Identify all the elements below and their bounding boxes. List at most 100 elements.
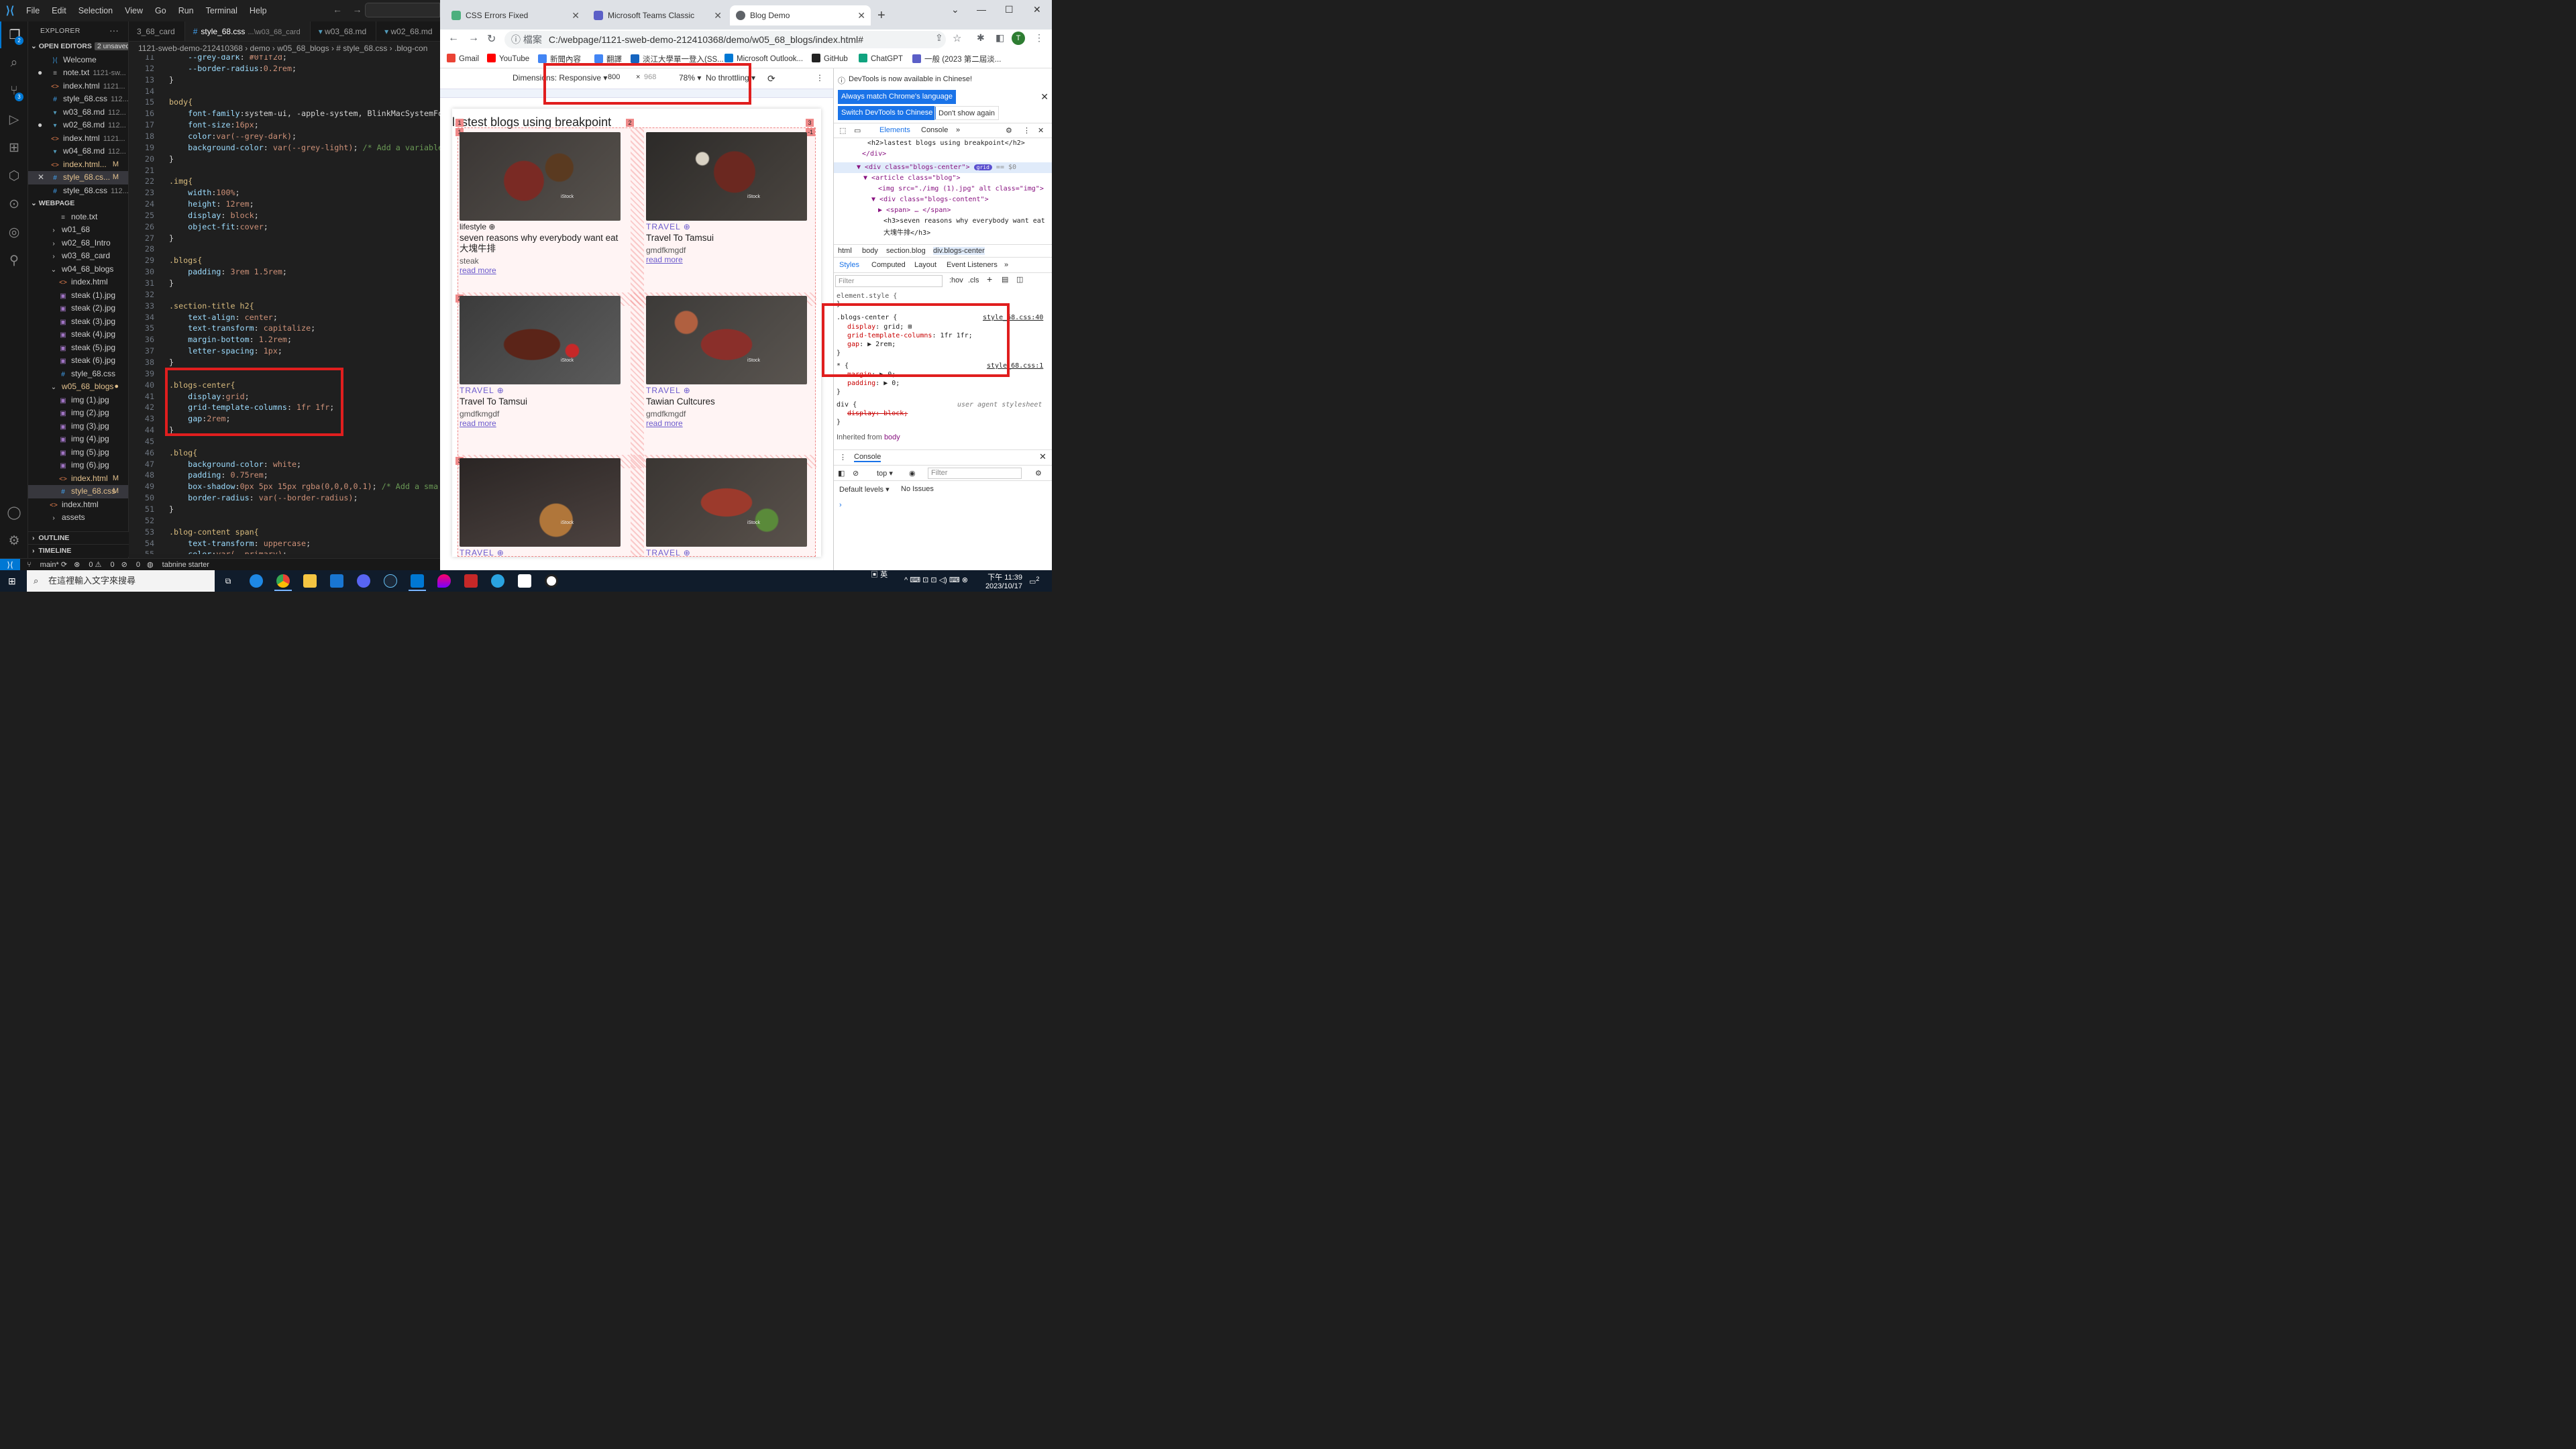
media-query-ruler[interactable] [440,89,833,98]
menu-go[interactable]: Go [149,0,172,21]
docker-icon[interactable]: ◎ [0,219,28,246]
browser-tab-css-errors[interactable]: CSS Errors Fixed ✕ [445,5,585,25]
code-line[interactable]: 30 padding: 3rem 1.5rem; [129,266,440,278]
browser-tab-teams[interactable]: Microsoft Teams Classic ✕ [588,5,727,25]
file-item[interactable]: ▣ steak (4).jpg [28,328,128,341]
editor-tab[interactable]: ▾ w02_68.md [376,21,440,41]
file-item[interactable]: ≡ note.txt [28,211,128,224]
file-item[interactable]: <> index.html M [28,472,128,486]
code-line[interactable]: 14 [129,86,440,97]
file-item[interactable]: ▣ img (4).jpg [28,433,128,446]
chrome-icon[interactable] [276,574,290,588]
open-editors-header[interactable]: ⌄ OPEN EDITORS 2 unsaved [28,40,128,54]
browser-tab-blog-demo[interactable]: Blog Demo ✕ [730,5,871,25]
folder-item[interactable]: › w03_68_card [28,250,128,263]
drawer-menu-icon[interactable]: ⋮ [839,453,847,462]
tab-styles[interactable]: Styles [839,261,859,269]
editor-breadcrumb[interactable]: 1121-sweb-demo-212410368 › demo › w05_68… [129,42,440,55]
explorer-icon[interactable]: ❐ 2 [0,21,28,48]
code-line[interactable]: 26 object-fit:cover; [129,221,440,233]
new-tab-icon[interactable]: + [877,8,885,23]
code-line[interactable]: 29 .blogs{ [129,255,440,266]
code-line[interactable]: 11 --grey-dark: #0f1f2d; [129,55,440,63]
source-control-icon[interactable]: ⑂ 3 [0,78,28,105]
prop-name[interactable]: display [847,323,875,331]
console-settings-icon[interactable]: ⚙ [1035,469,1042,478]
vscode-icon[interactable] [411,574,424,588]
code-editor[interactable]: 11 --grey-dark: #0f1f2d; 12 --border-radi… [129,55,440,554]
prop-value[interactable]: ▶ 2rem; [867,341,896,348]
dom-line[interactable]: 大塊牛排</h3> [883,229,930,236]
bookmark-item[interactable]: 翻譯 [594,54,622,64]
clear-console-icon[interactable]: ⊘ [853,469,859,478]
file-item[interactable]: ▣ img (1).jpg [28,394,128,407]
code-line[interactable]: 36 margin-bottom: 1.2rem; [129,334,440,345]
file-item[interactable]: <> index.html [28,498,128,512]
devtools-menu-icon[interactable]: ⋮ [1023,126,1030,135]
edge-icon[interactable] [250,574,263,588]
close-tab-icon[interactable]: ✕ [857,5,865,25]
live-expression-icon[interactable]: ◉ [909,469,916,478]
devtools-settings-icon[interactable]: ⚙ [1006,126,1012,135]
width-input[interactable]: 800 [608,73,620,81]
file-item[interactable]: ▣ steak (5).jpg [28,341,128,355]
python-icon[interactable]: ⚲ [0,247,28,274]
more-tabs-icon[interactable]: » [956,126,960,134]
clock[interactable]: 下午 11:39 2023/10/17 [985,572,1022,590]
prop-value[interactable]: grid; [883,323,904,331]
device-toggle-icon[interactable]: ▭ [854,126,861,135]
problems-status[interactable]: ⊗ 0 ⚠ 0 [74,560,115,569]
file-item[interactable]: <> index.html [28,276,128,289]
code-line[interactable]: 38} [129,357,440,368]
context-dropdown[interactable]: top ▾ [877,469,893,478]
discord-icon[interactable] [357,574,370,588]
code-line[interactable]: 19 background-color: var(--grey-light); … [129,142,440,154]
dom-line[interactable]: <h3>seven reasons why everybody want eat [883,217,1045,225]
nav-back-forward-icon[interactable]: ← → [333,4,362,15]
folder-item[interactable]: › assets [28,511,128,525]
prop-value[interactable]: ▶ 0; [879,371,896,378]
open-editor-item[interactable]: <> index.html 1121... [28,80,128,93]
hov-toggle[interactable]: :hov [949,276,963,284]
open-editor-item[interactable]: ● ≡ note.txt 1121-sw... [28,66,128,80]
rule-source-link[interactable]: style_68.css:1 [987,362,1043,370]
code-line[interactable]: 18 color:var(--grey-dark); [129,131,440,142]
paint-app-icon[interactable] [437,574,451,588]
telegram-icon[interactable] [491,574,504,588]
ports-status[interactable]: ⊘ 0 [121,560,140,569]
tabnine-status[interactable]: ◍ tabnine starter [147,560,209,569]
code-line[interactable]: 50 border-radius: var(--border-radius); [129,492,440,504]
file-item[interactable]: # style_68.css M [28,485,128,498]
editor-tab[interactable]: ▾ w03_68.md [311,21,377,41]
bookmark-item[interactable]: Microsoft Outlook... [724,54,803,63]
bookmark-item[interactable]: GitHub [812,54,848,63]
code-line[interactable]: 48 padding: 0.75rem; [129,470,440,481]
close-devtools-icon[interactable]: ✕ [1038,126,1044,135]
menu-terminal[interactable]: Terminal [200,0,244,21]
menu-edit[interactable]: Edit [46,0,72,21]
bookmark-item[interactable]: 新聞內容 [538,54,581,64]
reload-icon[interactable]: ↻ [487,32,496,46]
start-icon[interactable]: ⊞ [8,576,16,587]
zoom-dropdown[interactable]: 78% ▾ [679,73,701,83]
more-style-tabs-icon[interactable]: » [1004,261,1008,269]
code-line[interactable]: 35 text-transform: capitalize; [129,323,440,334]
notepad-icon[interactable] [518,574,531,588]
tab-layout[interactable]: Layout [914,261,936,269]
bookmark-item[interactable]: 淡江大學單一登入(SS... [631,54,724,64]
bookmark-star-icon[interactable]: ☆ [953,32,961,44]
menu-selection[interactable]: Selection [72,0,119,21]
file-item[interactable]: ▣ steak (1).jpg [28,289,128,303]
rule-source-link[interactable]: style_68.css:40 [983,314,1043,321]
open-editor-item[interactable]: <> index.html 1121... [28,132,128,146]
more-actions-icon[interactable]: ··· [109,21,119,40]
file-item[interactable]: # style_68.css [28,368,128,381]
git-graph-icon[interactable]: ⊙ [0,191,28,217]
dom-line[interactable]: <div class="blogs-content"> [879,196,989,203]
code-line[interactable]: 54 text-transform: uppercase; [129,538,440,549]
code-line[interactable]: 40 .blogs-center{ [129,380,440,391]
close-icon[interactable]: ✕ [38,171,50,184]
grid-editor-icon[interactable]: ⊞ [908,323,912,331]
code-line[interactable]: 32 [129,289,440,301]
code-line[interactable]: 20} [129,154,440,165]
